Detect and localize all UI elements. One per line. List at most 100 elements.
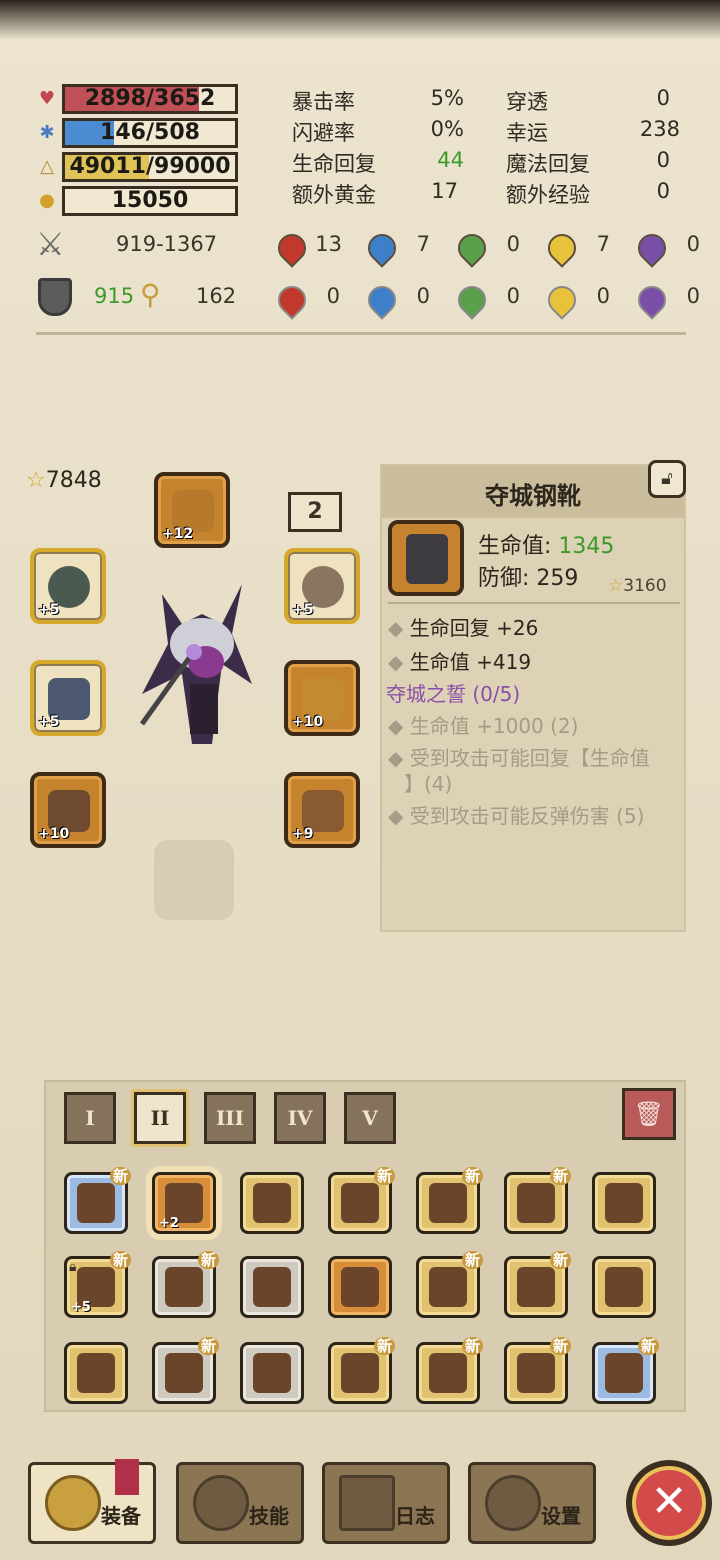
inventory-item[interactable]: 新 (328, 1337, 395, 1404)
new-badge: 新 (461, 1251, 483, 1269)
dodge-rate-label: 闪避率 (292, 121, 355, 145)
inventory-item[interactable] (240, 1172, 304, 1234)
tab-5[interactable]: V (344, 1092, 396, 1144)
new-badge: 新 (549, 1167, 571, 1185)
nav-equipment[interactable]: 装备 (28, 1459, 156, 1544)
attack-range: 919-1367 (116, 232, 218, 256)
new-badge: 新 (637, 1337, 659, 1355)
belt-plus: +9 (292, 826, 314, 842)
axe-icon (45, 1475, 101, 1531)
star-icon: ☆ (608, 576, 624, 596)
item-hp-value: 1345 (558, 534, 615, 559)
journal-icon (339, 1475, 395, 1531)
trash-icon[interactable]: 🗑︎ (622, 1088, 676, 1140)
boots-slot-empty[interactable] (154, 840, 234, 920)
extra-gold-value: 17 (431, 179, 458, 203)
stats-divider (36, 332, 686, 335)
inventory-item[interactable]: +2 (152, 1172, 216, 1234)
item-defense: 防御: 259 (478, 566, 579, 591)
hp-bar: 2898/3652 (62, 84, 238, 114)
luck-label: 幸运 (506, 121, 548, 145)
inventory-item[interactable]: 新 (416, 1251, 483, 1318)
attack-wind-value: 0 (506, 232, 520, 256)
hp-regen-label: 生命回复 (292, 152, 376, 176)
top-border (0, 0, 720, 40)
armor-slot[interactable]: +10 (30, 772, 106, 848)
nav-skills[interactable]: 技能 (176, 1462, 304, 1544)
mp-bar: 146/508 (62, 118, 238, 148)
resist-wind-value: 0 (506, 284, 520, 308)
bonus-1-text: 生命回复 +26 (409, 616, 539, 640)
tab-2[interactable]: II (134, 1092, 186, 1144)
inventory-item[interactable] (328, 1256, 392, 1318)
experience-icon: △ (40, 156, 54, 177)
bookmark-icon (115, 1459, 139, 1495)
water-resist-icon (362, 280, 402, 320)
new-badge: 新 (461, 1337, 483, 1355)
item-hp: 生命值: 1345 (478, 528, 614, 560)
boots-icon (429, 1267, 467, 1307)
inventory-item[interactable]: 新 (152, 1337, 219, 1404)
magic-staff-icon: ⚲ (140, 278, 161, 311)
set-bonus-2-text: 受到攻击可能回复【生命值 (409, 746, 650, 770)
inventory-item[interactable]: 新 (416, 1167, 483, 1234)
amulet-slot[interactable]: +5 (30, 548, 106, 624)
inventory-item[interactable] (240, 1256, 304, 1318)
tab-3[interactable]: III (204, 1092, 256, 1144)
helmet-slot[interactable]: +12 (154, 472, 230, 548)
inventory-item[interactable]: 新 (416, 1337, 483, 1404)
hp-text: 2898/3652 (84, 86, 216, 111)
extra-exp-value: 0 (656, 179, 670, 203)
light-element-icon (542, 228, 582, 268)
weapon-slot[interactable]: +5 (30, 660, 106, 736)
resist-light-value: 0 (596, 284, 610, 308)
nav-settings[interactable]: 设置 (468, 1462, 596, 1544)
resist-dark-value: 0 (686, 284, 700, 308)
inventory-item[interactable]: 新 (504, 1251, 571, 1318)
magic-defense-value: 162 (196, 284, 237, 308)
inventory-item[interactable]: 新 (64, 1167, 131, 1234)
dark-element-icon (632, 228, 672, 268)
set-bonus-3: ◆ 受到攻击可能反弹伤害 (5) (388, 804, 645, 828)
inventory-item[interactable]: 新 (592, 1337, 659, 1404)
unlock-icon[interactable]: 🔓︎ (648, 460, 686, 498)
inventory-item[interactable]: 新 +5 🔒︎ (64, 1251, 131, 1318)
inventory-item[interactable] (592, 1256, 656, 1318)
ring-slot[interactable]: +5 (284, 548, 360, 624)
attack-water-value: 7 (416, 232, 430, 256)
item-name: 夺城钢靴 (485, 482, 581, 510)
fire-resist-icon (272, 280, 312, 320)
belt-slot[interactable]: +9 (284, 772, 360, 848)
inventory-item[interactable] (64, 1342, 128, 1404)
steel-boots-icon (406, 534, 448, 584)
close-icon[interactable]: ✕ (626, 1460, 712, 1546)
new-badge: 新 (109, 1167, 131, 1185)
boots-icon (77, 1353, 115, 1393)
wind-element-icon (452, 228, 492, 268)
boots-icon (341, 1267, 379, 1307)
extra-exp-label: 额外经验 (506, 183, 590, 207)
inventory-item[interactable] (240, 1342, 304, 1404)
water-element-icon (362, 228, 402, 268)
inventory-item[interactable] (592, 1172, 656, 1234)
tab-1[interactable]: I (64, 1092, 116, 1144)
boots-icon (605, 1267, 643, 1307)
new-badge: 新 (373, 1167, 395, 1185)
new-badge: 新 (373, 1337, 395, 1355)
resist-water-value: 0 (416, 284, 430, 308)
gold-text: 15050 (111, 188, 189, 213)
item-icon (388, 520, 464, 596)
shield-icon (38, 278, 72, 316)
dodge-rate-value: 0% (430, 117, 464, 141)
boots-icon (253, 1353, 291, 1393)
loadout-badge[interactable]: 2 (288, 492, 342, 532)
luck-value: 238 (639, 117, 680, 141)
offhand-slot[interactable]: +10 (284, 660, 360, 736)
nav-log[interactable]: 日志 (322, 1462, 450, 1544)
inventory-item[interactable]: 新 (504, 1337, 571, 1404)
inventory-item[interactable]: 新 (504, 1167, 571, 1234)
inventory-item[interactable]: 新 (152, 1251, 219, 1318)
crit-rate-value: 5% (430, 86, 464, 110)
tab-4[interactable]: IV (274, 1092, 326, 1144)
inventory-item[interactable]: 新 (328, 1167, 395, 1234)
